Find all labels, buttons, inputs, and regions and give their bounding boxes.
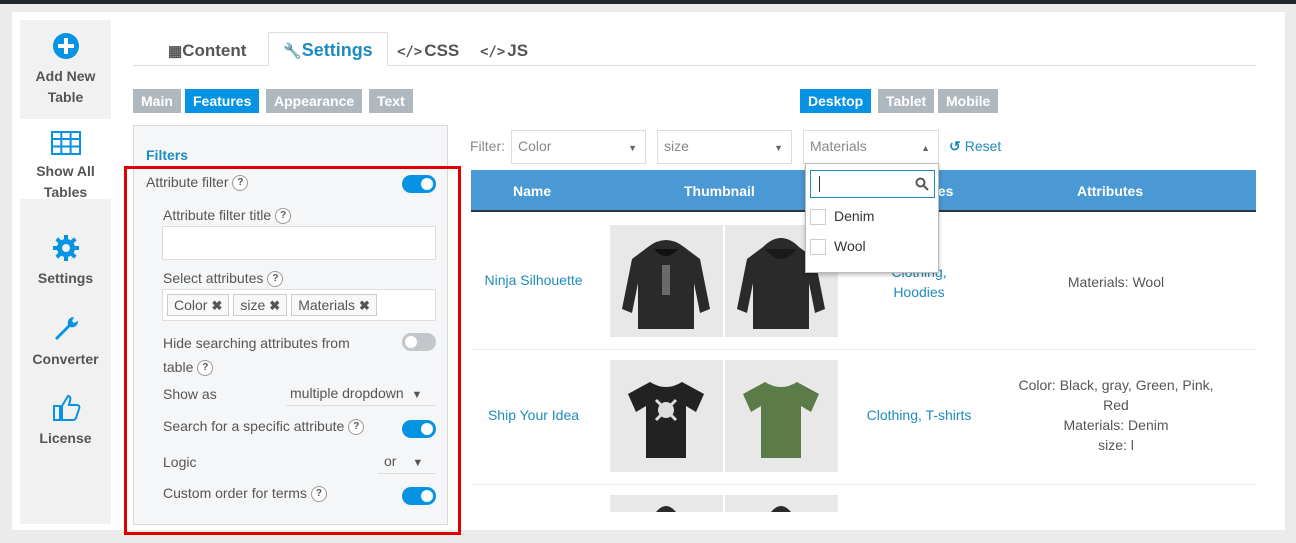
tab-settings[interactable]: 🔧Settings (268, 32, 388, 66)
product-link[interactable]: Ninja Silhouette (471, 272, 596, 288)
subtab-appearance[interactable]: Appearance (266, 89, 363, 113)
sidebar-item-converter[interactable]: Converter (20, 315, 111, 370)
code-icon: </> (397, 44, 423, 60)
attributes-cell: Materials: Wool (1067, 274, 1165, 290)
product-thumbnail[interactable] (725, 360, 838, 472)
reset-icon: ↺ (949, 138, 961, 154)
filter-select-color[interactable]: Color ▼ (511, 130, 646, 164)
hoodie-image (656, 506, 676, 512)
filter-select-size[interactable]: size ▼ (657, 130, 792, 164)
caret-down-icon: ▼ (774, 143, 783, 153)
column-header-name[interactable]: Name (513, 183, 551, 199)
sidebar-item-show-all-tables[interactable]: Show All Tables (20, 119, 111, 200)
caret-up-icon: ▲ (921, 143, 930, 153)
device-tab-desktop[interactable]: Desktop (800, 89, 872, 113)
thumbs-up-icon (52, 394, 80, 421)
subtab-text[interactable]: Text (369, 89, 413, 113)
subtab-main[interactable]: Main (133, 89, 181, 113)
device-tab-mobile[interactable]: Mobile (938, 89, 999, 113)
product-thumbnail[interactable] (610, 225, 723, 337)
tab-content[interactable]: ▦Content (168, 40, 246, 66)
category-link[interactable]: Clothing, T-shirts (853, 407, 985, 423)
wrench-icon (54, 316, 78, 340)
reset-button[interactable]: ↺ Reset (949, 138, 1001, 155)
hoodie-image (622, 240, 710, 329)
plus-circle-icon (52, 33, 79, 59)
product-thumbnail[interactable] (725, 495, 838, 512)
sidebar-item-label: Settings (37, 270, 94, 286)
caret-down-icon: ▼ (628, 143, 637, 153)
hoodie-image (771, 506, 791, 512)
product-thumbnail[interactable] (610, 360, 723, 472)
gear-icon (52, 235, 79, 261)
device-tab-tablet[interactable]: Tablet (878, 89, 935, 113)
column-header-thumbnail[interactable]: Thumbnail (684, 183, 755, 199)
sidebar: Add New Table Show All Tables Settings C… (20, 20, 111, 524)
tshirt-image (628, 382, 704, 458)
tshirt-green-image (743, 382, 819, 458)
tab-js[interactable]: </> JS (480, 40, 528, 66)
dropdown-option[interactable]: Wool (810, 238, 866, 260)
table-grid-icon (50, 131, 81, 155)
materials-dropdown: Denim Wool (805, 163, 939, 273)
sidebar-item-label: Add New Table (35, 68, 96, 105)
sidebar-item-license[interactable]: License (20, 394, 111, 449)
dropdown-search-input[interactable] (810, 170, 935, 198)
tab-css[interactable]: </> CSS (397, 40, 459, 66)
checkbox[interactable] (810, 209, 826, 226)
wrench-icon: 🔧 (283, 43, 302, 60)
grid-icon: ▦ (168, 43, 183, 60)
checkbox[interactable] (810, 239, 826, 256)
admin-top-bar (0, 0, 1296, 4)
sidebar-item-settings[interactable]: Settings (20, 234, 111, 289)
subtab-features[interactable]: Features (185, 89, 260, 113)
column-header-attributes[interactable]: Attributes (1077, 183, 1143, 199)
sidebar-item-label: Converter (32, 351, 99, 367)
sidebar-item-add-new-table[interactable]: Add New Table (20, 32, 111, 108)
attributes-cell: Color: Black, gray, Green, Pink, Red Mat… (1018, 377, 1214, 453)
filter-select-materials[interactable]: Materials ▲ (803, 130, 939, 164)
product-thumbnail[interactable] (610, 495, 723, 512)
code-icon: </> (480, 44, 506, 60)
sidebar-item-label: License (39, 430, 92, 446)
filter-label: Filter: (470, 138, 505, 154)
section-title: Filters (146, 147, 189, 163)
text-cursor (819, 176, 820, 192)
highlight-box (124, 166, 461, 535)
search-icon (915, 177, 929, 191)
product-link[interactable]: Ship Your Idea (471, 407, 596, 423)
table-row (471, 484, 1256, 514)
sidebar-item-label: Show All Tables (36, 163, 95, 200)
dropdown-option[interactable]: Denim (810, 208, 874, 230)
